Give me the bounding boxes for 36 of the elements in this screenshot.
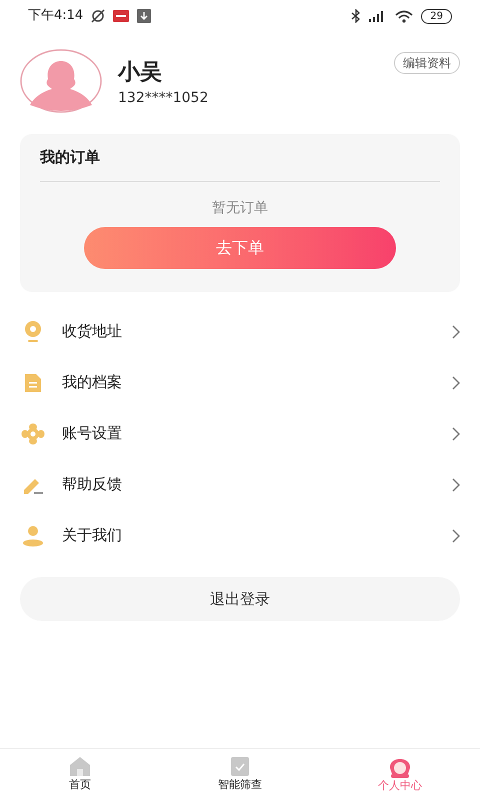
chevron-right-icon — [452, 324, 460, 338]
menu-item[interactable]: 账号设置 — [20, 408, 460, 459]
bluetooth-icon — [351, 9, 362, 23]
chevron-right-icon — [452, 376, 460, 390]
battery-indicator: 29 — [421, 8, 452, 24]
tab-item[interactable]: 智能筛查 — [160, 749, 320, 800]
menu-label: 账号设置 — [62, 423, 123, 444]
menu-item[interactable]: 关于我们 — [20, 510, 460, 561]
chevron-right-icon — [452, 426, 460, 440]
notification-icon — [113, 10, 130, 22]
location-pin-icon — [22, 320, 44, 344]
clipboard-check-icon — [229, 755, 251, 778]
user-name: 小吴 — [118, 58, 163, 86]
orders-title: 我的订单 — [40, 147, 101, 168]
menu-item[interactable]: 我的档案 — [20, 357, 460, 408]
download-icon — [137, 9, 152, 23]
logout-button[interactable]: 退出登录 — [20, 577, 460, 621]
chevron-right-icon — [452, 528, 460, 542]
wifi-icon — [395, 10, 414, 22]
flower-icon — [21, 422, 45, 444]
alarm-off-icon — [91, 9, 106, 23]
menu-label: 我的档案 — [62, 372, 123, 394]
status-time: 下午4:14 — [28, 7, 84, 26]
person-icon — [22, 524, 44, 546]
document-icon — [22, 372, 44, 394]
house-icon — [68, 755, 92, 778]
menu-item[interactable]: 收货地址 — [20, 306, 460, 357]
tab-item[interactable]: 首页 — [0, 749, 160, 800]
chevron-right-icon — [452, 478, 460, 492]
menu-label: 收货地址 — [62, 321, 123, 342]
menu-label: 关于我们 — [62, 525, 123, 546]
empty-orders-text: 暂无订单 — [212, 198, 268, 218]
phone-number: 132****1052 — [118, 88, 210, 108]
menu-label: 帮助反馈 — [62, 474, 123, 496]
edit-profile-button[interactable]: 编辑资料 — [394, 52, 460, 74]
menu-item[interactable]: 帮助反馈 — [20, 459, 460, 510]
